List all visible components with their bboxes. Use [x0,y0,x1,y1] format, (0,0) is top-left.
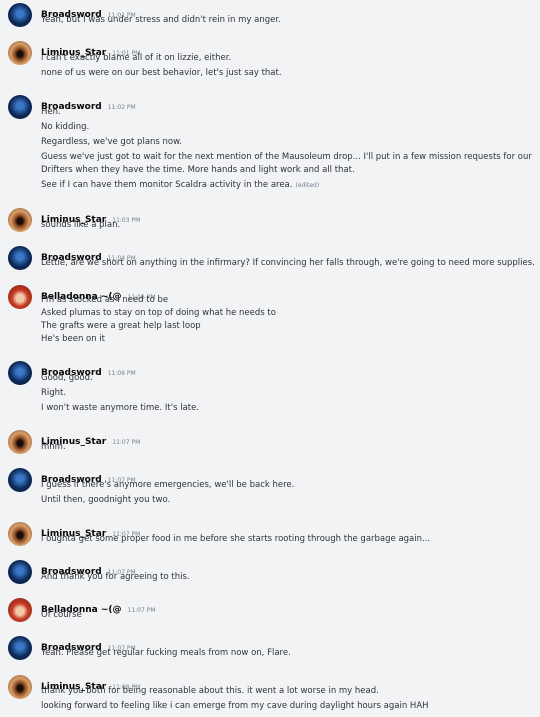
message-text: Of course [41,610,82,620]
avatar[interactable] [8,3,32,27]
timestamp: 11:07 PM [127,607,156,614]
avatar[interactable] [8,41,32,65]
avatar[interactable] [8,560,32,584]
avatar[interactable] [8,636,32,660]
message-text: Until then, goodnight you two. [41,495,171,505]
message-text: Regardless, we've got plans now. [41,137,183,147]
message-text: He's been on it [41,334,106,344]
avatar[interactable] [8,522,32,546]
message-text-part: See if I can have them monitor Scaldra a… [41,180,293,190]
message-text: thank you both for being reasonable abou… [41,686,379,696]
avatar[interactable] [8,208,32,232]
avatar[interactable] [8,95,32,119]
avatar[interactable] [8,430,32,454]
avatar[interactable] [8,675,32,699]
avatar[interactable] [8,246,32,270]
message-text: i oughta get some proper food in me befo… [41,534,431,544]
avatar[interactable] [8,285,32,309]
message-text: Guess we've just got to wait for the nex… [41,152,532,162]
message-text: Yeah. Please get regular fucking meals f… [41,648,291,658]
message-text: I guess if there's anymore emergencies, … [41,480,295,490]
message-text: No kidding. [41,122,90,132]
message-text: The grafts were a great help last loop [41,321,201,331]
message-text: looking forward to feeling like i can em… [41,701,429,711]
edited-label: (edited) [295,182,320,189]
timestamp: 11:07 PM [112,439,141,446]
avatar[interactable] [8,598,32,622]
timestamp: 11:06 PM [107,370,136,377]
message-text: i can't exactly blame all of it on lizzi… [41,53,232,63]
message-text: Good, good. [41,373,93,383]
chat-log: Broadsword 11:01 PM Yeah, but I was under… [0,0,540,717]
message-text: mhm. [41,442,66,452]
avatar[interactable] [8,468,32,492]
message-text: Drifters when they have the time. More h… [41,165,355,175]
message-text: See if I can have them monitor Scaldra a… [41,180,319,191]
message-text: sounds like a plan. [41,220,121,230]
timestamp: 11:02 PM [107,104,136,111]
message-text: I'm as stocked as I need to be [41,295,169,305]
avatar[interactable] [8,361,32,385]
message-text: none of us were on our best behavior, le… [41,68,282,78]
message-text: Asked plumas to stay on top of doing wha… [41,308,276,318]
message-text: Heh. [41,107,61,117]
message-text: Right. [41,388,67,398]
message-text: Lettie, are we short on anything in the … [41,258,535,268]
message-text: Yeah, but I was under stress and didn't … [41,15,281,25]
message-text: And thank you for agreeing to this. [41,572,190,582]
message-text: I won't waste anymore time. It's late. [41,403,200,413]
